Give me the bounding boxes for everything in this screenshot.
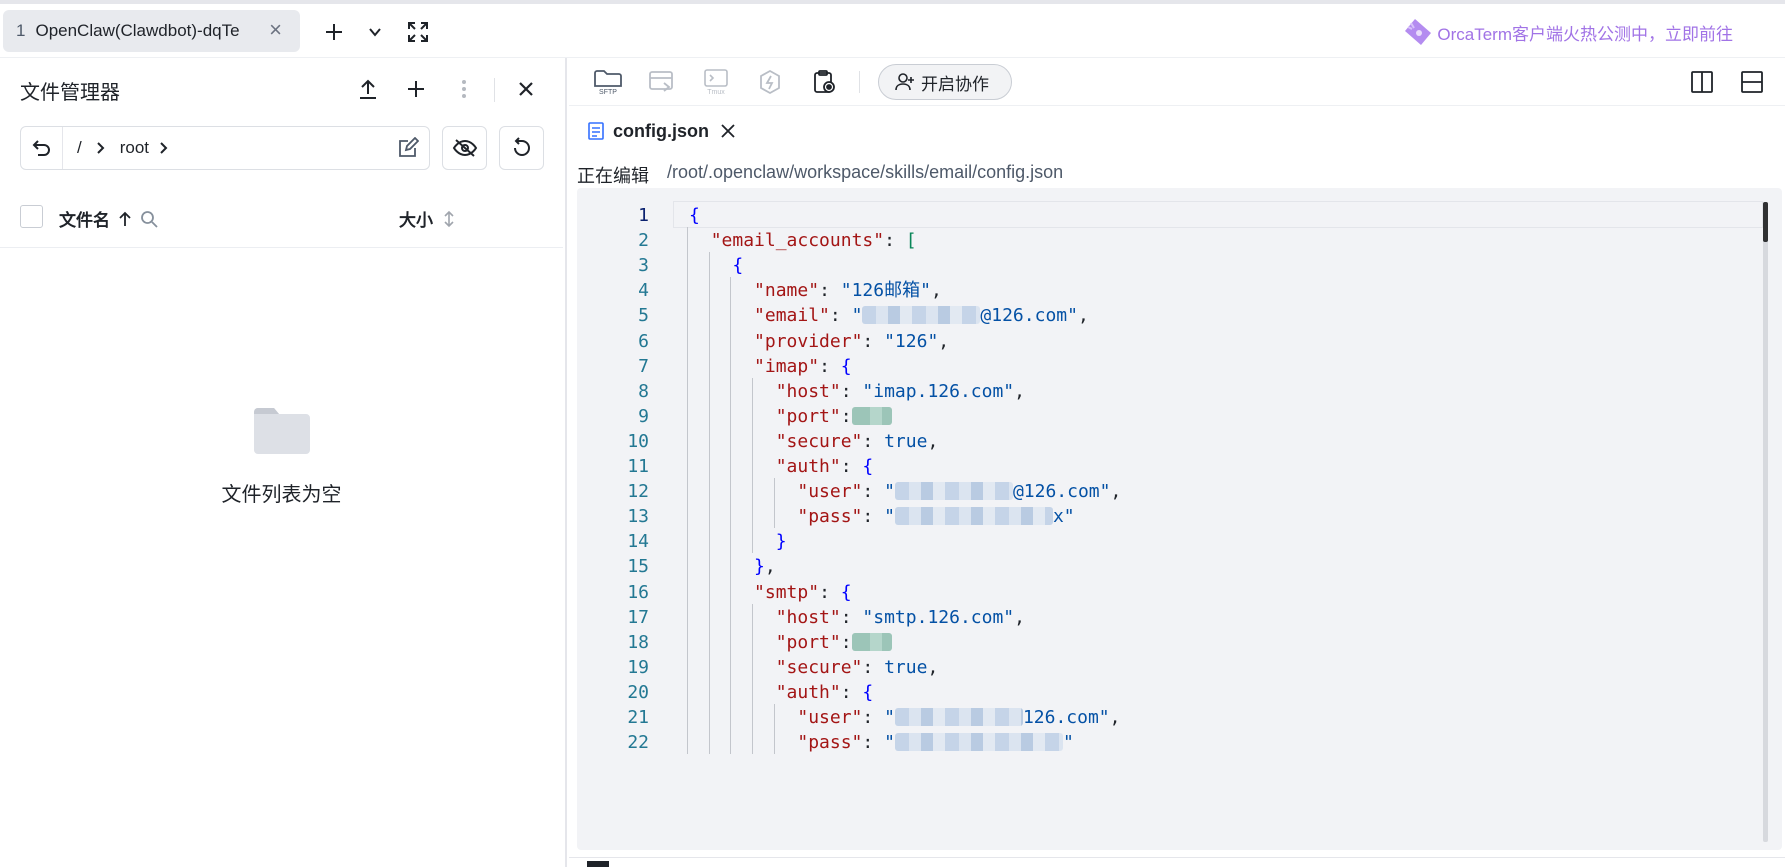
column-name-label: 文件名 bbox=[59, 211, 110, 230]
column-size-header[interactable]: 大小 bbox=[399, 206, 455, 231]
promo-text: OrcaTerm客户端火热公测中，立即前往 bbox=[1437, 24, 1733, 44]
back-icon[interactable] bbox=[21, 127, 63, 169]
empty-state: 文件列表为空 bbox=[0, 408, 563, 507]
refresh-icon bbox=[513, 137, 530, 156]
path-breadcrumb: / root bbox=[20, 126, 430, 170]
add-plus-icon[interactable] bbox=[401, 74, 431, 104]
indent-guide bbox=[752, 603, 754, 755]
editing-file-path: /root/.openclaw/workspace/skills/email/c… bbox=[667, 162, 1064, 182]
breadcrumb-root[interactable]: / bbox=[77, 138, 106, 158]
close-panel-icon[interactable] bbox=[511, 74, 541, 104]
column-name-header[interactable]: 文件名 bbox=[59, 206, 158, 231]
fullscreen-icon[interactable] bbox=[404, 18, 432, 46]
breadcrumb-root-label: / bbox=[77, 138, 82, 157]
file-tab-label: config.json bbox=[613, 120, 709, 141]
toggle-hidden-files-button[interactable] bbox=[442, 126, 487, 170]
file-manager-panel: 文件管理器 / root 文件名 大小 文件列表为空 bbox=[0, 58, 567, 867]
file-icon bbox=[588, 122, 604, 140]
chevron-right-icon bbox=[160, 142, 168, 154]
split-vertical-icon[interactable] bbox=[1686, 66, 1718, 98]
scrollbar-thumb[interactable] bbox=[1763, 202, 1768, 242]
editor-panel: SFTP Tmux 开启协作 config.json 正在编辑 /root/.o… bbox=[569, 58, 1785, 867]
toolbar-divider bbox=[494, 78, 495, 102]
split-horizontal-icon[interactable] bbox=[1736, 66, 1768, 98]
code-line[interactable]: 22 "pass": " " bbox=[577, 729, 1757, 758]
indent-guide bbox=[708, 252, 710, 755]
indent-guide bbox=[730, 277, 732, 755]
file-manager-title: 文件管理器 bbox=[20, 82, 120, 104]
search-icon[interactable] bbox=[140, 210, 158, 228]
svg-text:Tmux: Tmux bbox=[707, 89, 725, 96]
start-collaboration-button[interactable]: 开启协作 bbox=[878, 64, 1012, 100]
indent-guide bbox=[752, 377, 754, 554]
tmux-icon[interactable]: Tmux bbox=[700, 66, 732, 98]
chevron-right-icon bbox=[97, 142, 105, 154]
session-tab[interactable]: 1 OpenClaw(Clawdbot)-dqTe × bbox=[3, 10, 300, 52]
breadcrumb-segment-label: root bbox=[119, 138, 150, 157]
sort-arrow-up-icon[interactable] bbox=[118, 211, 132, 227]
svg-text:SFTP: SFTP bbox=[599, 89, 617, 96]
terminal-strip bbox=[569, 857, 1785, 867]
hexagon-bolt-icon[interactable] bbox=[754, 66, 786, 98]
more-vertical-icon[interactable] bbox=[449, 74, 479, 104]
select-all-checkbox[interactable] bbox=[20, 205, 43, 228]
tab-close-icon[interactable]: × bbox=[269, 18, 282, 42]
indent-guide bbox=[687, 227, 688, 755]
indent-guide bbox=[773, 704, 775, 755]
sftp-icon[interactable]: SFTP bbox=[592, 66, 624, 98]
upload-icon[interactable] bbox=[353, 74, 383, 104]
tab-title: OpenClaw(Clawdbot)-dqTe bbox=[35, 21, 240, 40]
top-tab-bar: 1 OpenClaw(Clawdbot)-dqTe × OrcaTerm客户端火… bbox=[0, 0, 1785, 58]
transfer-icon[interactable] bbox=[646, 66, 678, 98]
edit-path-icon[interactable] bbox=[397, 136, 420, 164]
file-tab-config-json[interactable]: config.json bbox=[587, 116, 735, 146]
add-user-icon bbox=[895, 73, 914, 91]
indent-guide bbox=[773, 478, 775, 529]
breadcrumb-root-dir[interactable]: root bbox=[120, 138, 169, 158]
refresh-button[interactable] bbox=[499, 126, 544, 170]
editing-status: 正在编辑 /root/.openclaw/workspace/skills/em… bbox=[577, 162, 1063, 188]
scrollbar-track[interactable] bbox=[1763, 202, 1768, 842]
sort-both-icon[interactable] bbox=[443, 210, 455, 228]
promo-link[interactable]: OrcaTerm客户端火热公测中，立即前往 bbox=[1403, 18, 1733, 46]
code-editor[interactable]: 1{2 "email_accounts": [3 {4 "name": "126… bbox=[577, 188, 1782, 850]
empty-state-text: 文件列表为空 bbox=[221, 484, 342, 506]
code-text: "pass": " " bbox=[797, 732, 1074, 754]
file-list-header: 文件名 大小 bbox=[0, 184, 563, 248]
collab-label: 开启协作 bbox=[921, 74, 989, 94]
eye-off-icon bbox=[452, 139, 477, 157]
clipboard-record-icon[interactable] bbox=[808, 66, 840, 98]
column-size-label: 大小 bbox=[399, 211, 433, 230]
editor-toolbar: SFTP Tmux 开启协作 bbox=[569, 58, 1785, 106]
folder-icon bbox=[253, 408, 310, 454]
close-icon[interactable] bbox=[721, 124, 735, 138]
editing-label: 正在编辑 bbox=[577, 166, 649, 186]
chevron-down-icon[interactable] bbox=[361, 18, 389, 46]
new-tab-plus-icon[interactable] bbox=[320, 18, 348, 46]
line-number: 22 bbox=[627, 732, 649, 754]
ticket-icon bbox=[1405, 19, 1432, 45]
toolbar-divider bbox=[859, 71, 860, 93]
terminal-cursor bbox=[587, 861, 609, 867]
tab-number: 1 bbox=[16, 21, 26, 40]
